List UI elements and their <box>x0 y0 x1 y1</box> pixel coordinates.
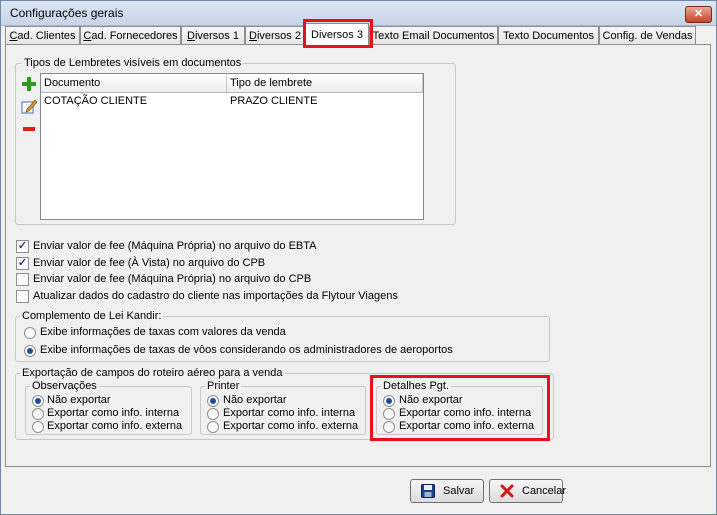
radio-label: Exibe informações de taxas de vôos consi… <box>40 344 453 356</box>
tab-texto-documentos[interactable]: Texto Documentos <box>498 26 599 44</box>
cancel-button-label: Cancelar <box>522 485 567 497</box>
radio-label: Exportar como info. interna <box>223 407 356 419</box>
reminders-group-title: Tipos de Lembretes visíveis em documento… <box>22 57 244 69</box>
column-tipo-de-lembrete[interactable]: Tipo de lembrete <box>227 74 423 92</box>
tab-highlight-box <box>303 19 373 48</box>
checkbox-box[interactable] <box>16 273 29 286</box>
cell-tipo-de-lembrete: PRAZO CLIENTE <box>230 95 318 107</box>
checkbox-label: Atualizar dados do cadastro do cliente n… <box>33 290 398 302</box>
window-title: Configurações gerais <box>10 6 124 20</box>
tab-label: ad. Fornecedores <box>91 30 178 42</box>
tab-label: Config. de Vendas <box>602 30 693 42</box>
tab-texto-email-documentos[interactable]: Texto Email Documentos <box>369 26 498 44</box>
radio-button[interactable] <box>32 395 44 407</box>
save-button[interactable]: Salvar <box>410 479 484 503</box>
checkbox-box[interactable]: ✓ <box>16 240 29 253</box>
config-window: Configurações gerais ✕ Cad. Clientes Cad… <box>0 0 717 515</box>
save-button-label: Salvar <box>443 485 475 497</box>
radio-button[interactable] <box>207 421 219 433</box>
checkbox-label: Enviar valor de fee (Máquina Própria) no… <box>33 240 317 252</box>
tab-label: Texto Email Documentos <box>372 30 495 42</box>
grid-header: Documento Tipo de lembrete <box>41 74 423 93</box>
checkbox-box[interactable]: ✓ <box>16 257 29 270</box>
export-group-title: Exportação de campos do roteiro aéreo pa… <box>20 367 285 379</box>
radio-label: Não exportar <box>223 394 287 406</box>
tab-label: iversos 1 <box>194 30 239 42</box>
radio-button[interactable] <box>32 421 44 433</box>
radio-button[interactable] <box>24 345 36 357</box>
checkbox-label: Enviar valor de fee (À Vista) no arquivo… <box>33 257 266 269</box>
column-documento[interactable]: Documento <box>41 74 227 92</box>
radio-label: Exibe informações de taxas com valores d… <box>40 326 286 338</box>
detalhes-pgt-highlight-box <box>370 375 550 441</box>
lei-kandir-group-title: Complemento de Lei Kandir: <box>20 310 164 322</box>
radio-label: Não exportar <box>47 394 111 406</box>
reminders-grid[interactable]: Documento Tipo de lembrete COTAÇÃO CLIEN… <box>40 73 424 220</box>
radio-button[interactable] <box>207 395 219 407</box>
cancel-x-icon <box>500 484 514 498</box>
close-button[interactable]: ✕ <box>685 6 712 23</box>
tab-cad-clientes[interactable]: Cad. Clientes <box>5 26 80 44</box>
add-icon[interactable] <box>21 76 37 92</box>
radio-label: Exportar como info. interna <box>47 407 180 419</box>
printer-group-title: Printer <box>205 380 242 392</box>
tab-cad-fornecedores[interactable]: Cad. Fornecedores <box>80 26 181 44</box>
tab-diversos-2[interactable]: Diversos 2 <box>245 26 305 44</box>
tab-label: ad. Clientes <box>17 30 76 42</box>
tab-config-de-vendas[interactable]: Config. de Vendas <box>599 26 696 44</box>
tab-accel: D <box>187 30 195 42</box>
radio-label: Exportar como info. externa <box>47 420 183 432</box>
radio-button[interactable] <box>32 408 44 420</box>
tab-diversos-1[interactable]: Diversos 1 <box>181 26 245 44</box>
radio-button[interactable] <box>24 327 36 339</box>
observacoes-group-title: Observações <box>30 380 99 392</box>
radio-button[interactable] <box>207 408 219 420</box>
cell-documento: COTAÇÃO CLIENTE <box>44 95 148 107</box>
tab-label: Texto Documentos <box>502 30 595 42</box>
remove-icon[interactable] <box>21 121 37 137</box>
cancel-button[interactable]: Cancelar <box>489 479 567 503</box>
radio-label: Exportar como info. externa <box>223 420 359 432</box>
edit-icon[interactable] <box>21 98 37 114</box>
checkbox-box[interactable] <box>16 290 29 303</box>
tab-label: iversos 2 <box>256 30 301 42</box>
floppy-disk-icon <box>421 484 435 498</box>
table-row[interactable]: COTAÇÃO CLIENTE PRAZO CLIENTE <box>41 93 423 109</box>
tab-accel: D <box>249 30 257 42</box>
checkbox-label: Enviar valor de fee (Máquina Própria) no… <box>33 273 312 285</box>
